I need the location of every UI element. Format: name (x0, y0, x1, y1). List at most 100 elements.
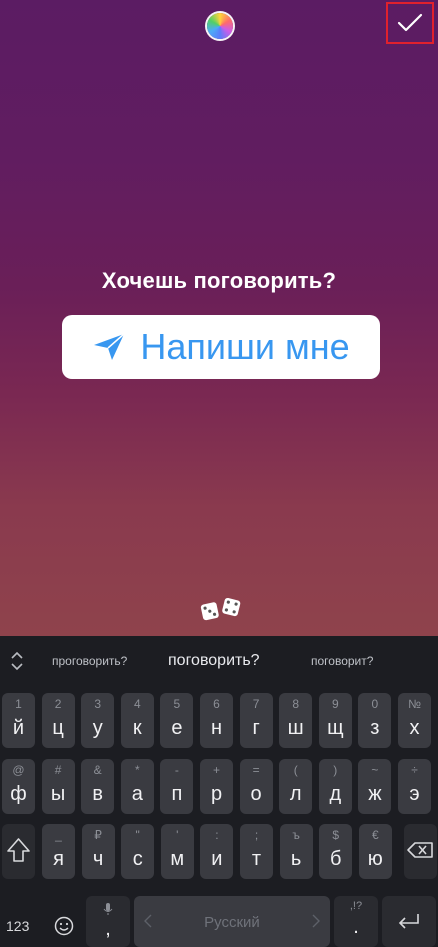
key-д[interactable]: ) д (318, 759, 352, 814)
key-primary-label: к (132, 717, 142, 739)
key-secondary-label: 4 (133, 697, 141, 711)
key-primary-label: т (251, 848, 262, 870)
key-ю[interactable]: € ю (358, 824, 392, 879)
period-key[interactable]: ,!? . (334, 896, 378, 947)
key-secondary-label: 3 (94, 697, 102, 711)
numbers-key[interactable]: 123 (6, 918, 29, 934)
key-ь[interactable]: ъь (279, 824, 313, 879)
key-primary-label: ы (50, 783, 66, 805)
emoji-icon[interactable] (54, 916, 74, 936)
key-с[interactable]: " с (121, 824, 155, 879)
key-primary-label: г (252, 717, 260, 739)
key-secondary-label: " (135, 828, 140, 842)
key-у[interactable]: 3у (81, 693, 115, 748)
color-wheel-icon[interactable] (207, 13, 233, 39)
key-secondary-label: № (408, 697, 421, 711)
key-secondary-label: & (93, 763, 102, 777)
key-э[interactable]: ÷ э (398, 759, 431, 814)
checkmark-icon (397, 13, 423, 32)
shift-key[interactable] (2, 824, 35, 879)
key-primary-label: у (92, 717, 103, 739)
key-primary-label: ч (92, 848, 104, 870)
sticker-label: Напиши мне (140, 326, 350, 367)
key-secondary-label: $ (332, 828, 340, 842)
key-secondary-label: ÷ (411, 763, 418, 777)
key-и[interactable]: :и (200, 824, 234, 879)
key-secondary-label: 7 (252, 697, 260, 711)
story-canvas[interactable]: Хочешь поговорить? Напиши мне (0, 0, 438, 636)
key-ф[interactable]: @ ф (2, 759, 35, 814)
enter-icon (398, 914, 419, 929)
key-б[interactable]: $ б (319, 824, 353, 879)
key-з[interactable]: 0з (358, 693, 392, 748)
expand-toggle-icon[interactable] (8, 650, 26, 672)
key-м[interactable]: ' м (160, 824, 194, 879)
key-secondary-label: _ (55, 828, 62, 842)
key-р[interactable]: + р (200, 759, 233, 814)
key-щ[interactable]: 9щ (318, 693, 352, 748)
key-ы[interactable]: # ы (41, 759, 75, 814)
key-ч[interactable]: ₽ ч (81, 824, 115, 879)
message-sticker[interactable]: Напиши мне (62, 315, 380, 379)
key-primary-label: й (12, 717, 25, 739)
key-primary-label: д (329, 783, 342, 805)
key-secondary-label: 0 (371, 697, 379, 711)
key-secondary-label: ' (176, 828, 179, 842)
key-х[interactable]: № х (398, 693, 431, 748)
key-а[interactable]: * а (120, 759, 154, 814)
key-primary-label: ф (10, 783, 27, 805)
suggestion-1[interactable]: проговорить? (52, 636, 127, 684)
key-я[interactable]: _ я (42, 824, 75, 879)
suggestion-2[interactable]: поговорить? (168, 636, 260, 684)
paper-plane-icon (94, 333, 125, 360)
chevron-right-icon (312, 914, 320, 928)
key-primary-label: б (329, 848, 342, 870)
key-ш[interactable]: 8ш (279, 693, 313, 748)
key-primary-label: с (132, 848, 143, 870)
suggestion-3[interactable]: поговорит? (311, 636, 373, 684)
key-primary-label: н (210, 717, 223, 739)
period-label: . (353, 916, 359, 938)
key-г[interactable]: 7г (239, 693, 273, 748)
key-secondary-label: = (252, 763, 260, 777)
key-secondary-label: 2 (54, 697, 62, 711)
space-key[interactable]: Русский (134, 896, 330, 947)
shift-icon (7, 838, 30, 862)
key-primary-label: и (211, 848, 223, 870)
key-secondary-label: 1 (15, 697, 22, 711)
key-secondary-label: ; (254, 828, 259, 842)
question-text[interactable]: Хочешь поговорить? (0, 268, 438, 294)
key-secondary-label: 5 (173, 697, 181, 711)
key-primary-label: ж (368, 783, 382, 805)
key-primary-label: о (250, 783, 262, 805)
backspace-key[interactable] (404, 824, 437, 879)
key-л[interactable]: (л (279, 759, 313, 814)
key-ж[interactable]: ~ ж (358, 759, 392, 814)
key-secondary-label: - (174, 763, 179, 777)
key-п[interactable]: -п (160, 759, 194, 814)
comma-key[interactable]: , (86, 896, 130, 947)
dice-icon[interactable] (199, 596, 243, 624)
key-й[interactable]: 1й (2, 693, 35, 748)
key-primary-label: х (409, 717, 420, 739)
key-primary-label: а (131, 783, 143, 805)
backspace-icon (407, 842, 433, 858)
key-е[interactable]: 5е (160, 693, 194, 748)
microphone-icon (103, 903, 113, 915)
punctuation-hint: ,!? (349, 900, 363, 912)
key-secondary-label: € (371, 828, 379, 842)
key-т[interactable]: ; т (240, 824, 273, 879)
key-secondary-label: ) (333, 763, 338, 777)
key-secondary-label: + (212, 763, 220, 777)
key-primary-label: э (409, 783, 420, 805)
key-о[interactable]: = о (239, 759, 273, 814)
key-н[interactable]: 6н (200, 693, 233, 748)
key-ц[interactable]: 2ц (41, 693, 75, 748)
key-primary-label: е (171, 717, 183, 739)
key-secondary-label: 8 (292, 697, 300, 711)
done-button[interactable] (386, 2, 434, 44)
key-secondary-label: : (215, 828, 219, 842)
key-к[interactable]: 4к (120, 693, 154, 748)
enter-key[interactable] (382, 896, 436, 947)
key-в[interactable]: & в (81, 759, 115, 814)
